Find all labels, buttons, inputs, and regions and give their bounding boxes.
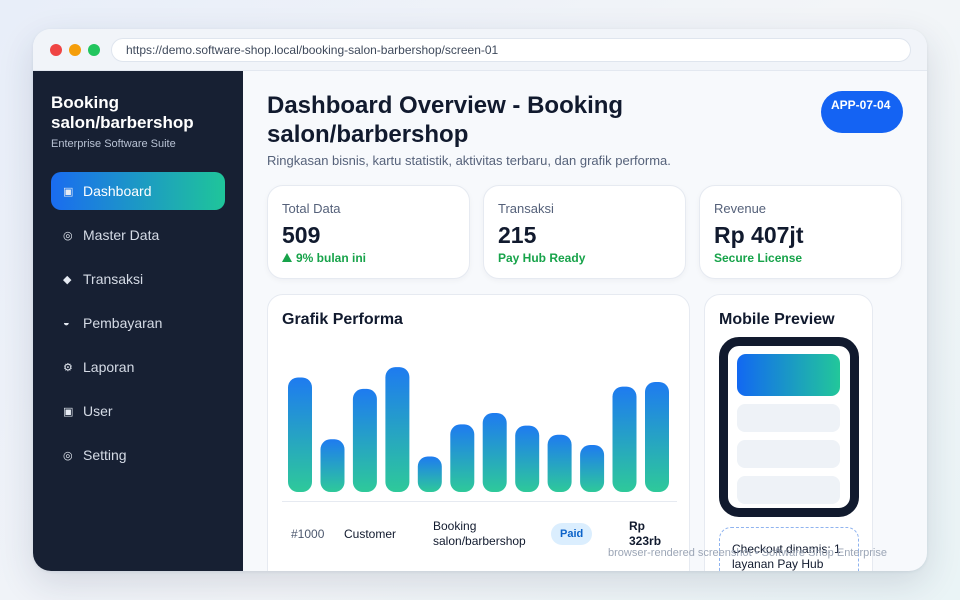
sidebar-item-setting[interactable]: ◎ Setting — [51, 436, 225, 474]
stat-note: 9% bulan ini — [296, 251, 367, 265]
sidebar-nav: ▣ Dashboard ◎ Master Data ◆ Transaksi ◒ … — [51, 172, 225, 480]
stat-trend: 9% bulan ini — [282, 251, 366, 265]
row-customer: Customer — [344, 527, 397, 541]
chart-bar — [612, 386, 637, 492]
sidebar-item-pembayaran[interactable]: ◒ Pembayaran — [51, 304, 225, 342]
stat-label: Total Data — [282, 201, 341, 216]
sidebar-item-label: Transaksi — [83, 271, 144, 287]
chart-bar — [547, 434, 572, 492]
stat-label: Transaksi — [498, 201, 554, 216]
stat-value: Rp 407jt — [714, 222, 804, 248]
row-service: Booking salon/barbershop — [433, 519, 526, 548]
chart-bar — [352, 388, 377, 492]
row-amount: Rp 323rb — [629, 519, 662, 548]
sidebar: Booking salon/barbershop Enterprise Soft… — [33, 71, 243, 571]
chart-bars — [288, 367, 669, 492]
chart-bar — [288, 377, 312, 492]
brand-title: Booking salon/barbershop — [51, 93, 194, 132]
chart-bar — [580, 445, 605, 492]
browser-titlebar: https://demo.software-shop.local/booking… — [33, 29, 927, 71]
sidebar-item-transaksi[interactable]: ◆ Transaksi — [51, 260, 225, 298]
mobile-preview-card: Mobile Preview Checkout dinamis: 1 layan… — [704, 294, 873, 571]
performance-chart-card: Grafik Performa #1000 Customer Booking s… — [267, 294, 690, 571]
phone-mockup — [719, 337, 859, 517]
sidebar-item-label: User — [83, 403, 113, 419]
stat-note: Pay Hub Ready — [498, 251, 586, 265]
brand-subtitle: Enterprise Software Suite — [51, 138, 176, 150]
sidebar-item-label: Dashboard — [83, 183, 152, 199]
phone-placeholder-line — [737, 404, 840, 432]
sidebar-item-user[interactable]: ▣ User — [51, 392, 225, 430]
footer-caption: browser-rendered screenshot • Software S… — [608, 547, 887, 559]
page-title: Dashboard Overview - Booking salon/barbe… — [267, 92, 624, 148]
dashboard-icon: ▣ — [63, 185, 74, 198]
gear-icon: ⚙ — [63, 361, 73, 374]
maximize-window-button[interactable] — [88, 44, 100, 56]
page-subtitle: Ringkasan bisnis, kartu statistik, aktiv… — [267, 153, 671, 168]
chart-bar — [645, 382, 669, 492]
browser-window: https://demo.software-shop.local/booking… — [33, 29, 927, 571]
stat-card-total-data[interactable]: Total Data 509 9% bulan ini — [267, 185, 470, 279]
diamond-icon: ◆ — [63, 273, 72, 286]
chart-bar — [482, 413, 507, 492]
phone-hero-banner — [737, 354, 840, 396]
chart-bar — [320, 439, 345, 492]
square-icon: ▣ — [63, 405, 74, 418]
sidebar-item-dashboard[interactable]: ▣ Dashboard — [51, 172, 225, 210]
stat-note: Secure License — [714, 251, 803, 265]
row-id: #1000 — [291, 527, 325, 541]
half-circle-icon: ◒ — [63, 317, 70, 329]
stat-card-revenue[interactable]: Revenue Rp 407jt Secure License — [699, 185, 902, 279]
chart-bar — [417, 456, 442, 492]
chart-bar — [450, 424, 475, 492]
target-icon: ◎ — [63, 229, 73, 242]
status-badge: Paid — [551, 523, 593, 545]
phone-placeholder-line — [737, 440, 840, 468]
target-icon: ◎ — [63, 449, 73, 462]
stat-value: 509 — [282, 222, 321, 248]
main-content: Dashboard Overview - Booking salon/barbe… — [243, 71, 927, 571]
trend-up-icon — [282, 253, 292, 262]
mobile-preview-title: Mobile Preview — [719, 311, 835, 328]
chart-bar — [385, 367, 410, 492]
stat-value: 215 — [498, 222, 537, 248]
close-window-button[interactable] — [50, 44, 62, 56]
chart-bar — [515, 425, 540, 492]
sidebar-item-master-data[interactable]: ◎ Master Data — [51, 216, 225, 254]
stat-card-transaksi[interactable]: Transaksi 215 Pay Hub Ready — [483, 185, 686, 279]
chart-title: Grafik Performa — [282, 311, 403, 328]
minimize-window-button[interactable] — [69, 44, 81, 56]
sidebar-item-label: Pembayaran — [83, 315, 163, 331]
sidebar-item-label: Setting — [83, 447, 127, 463]
app-id-badge: APP-07-04 — [821, 91, 903, 133]
phone-placeholder-line — [737, 476, 840, 504]
sidebar-item-laporan[interactable]: ⚙ Laporan — [51, 348, 225, 386]
sidebar-item-label: Laporan — [83, 359, 135, 375]
sidebar-item-label: Master Data — [83, 227, 160, 243]
address-bar[interactable]: https://demo.software-shop.local/booking… — [111, 38, 911, 62]
stat-label: Revenue — [714, 201, 767, 216]
